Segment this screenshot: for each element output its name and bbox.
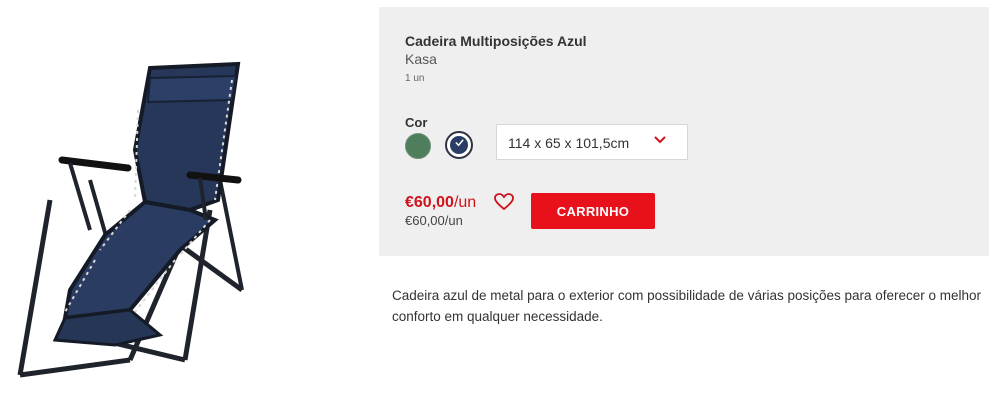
product-image xyxy=(17,61,244,378)
color-label: Cor xyxy=(405,115,428,130)
product-panel: Cadeira Multiposições Azul Kasa 1 un Cor… xyxy=(379,7,989,256)
color-swatch-green[interactable] xyxy=(405,133,431,159)
chevron-down-icon xyxy=(654,136,666,144)
heart-icon[interactable] xyxy=(494,193,514,211)
product-quantity: 1 un xyxy=(405,73,425,84)
check-icon xyxy=(455,139,464,147)
size-select-value: 114 x 65 x 101,5cm xyxy=(508,135,630,151)
price-value: €60,00 xyxy=(405,194,454,211)
product-description: Cadeira azul de metal para o exterior co… xyxy=(392,288,982,324)
product-price: €60,00/un xyxy=(405,194,476,212)
unit-price: €60,00/un xyxy=(405,213,463,228)
color-swatch-blue[interactable] xyxy=(445,131,473,159)
product-brand: Kasa xyxy=(405,51,437,67)
color-swatch-blue-fill xyxy=(450,136,468,154)
product-title: Cadeira Multiposições Azul xyxy=(405,33,587,49)
size-select[interactable]: 114 x 65 x 101,5cm xyxy=(496,124,688,160)
price-unit: /un xyxy=(453,194,477,211)
add-to-cart-button[interactable]: CARRINHO xyxy=(531,193,655,229)
